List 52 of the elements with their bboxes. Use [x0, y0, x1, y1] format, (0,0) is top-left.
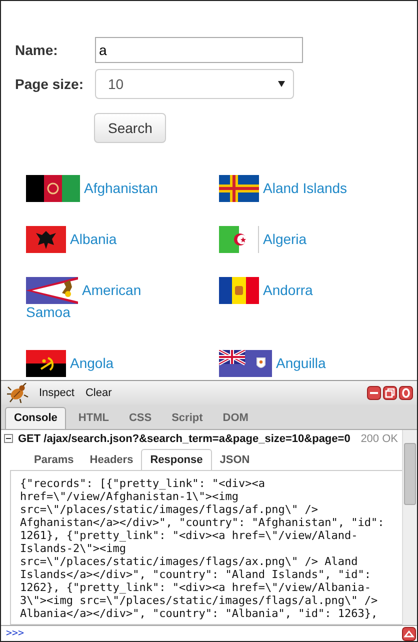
- dropdown-caret-icon: [278, 81, 285, 87]
- flag-icon[interactable]: [26, 175, 80, 202]
- collapse-icon[interactable]: [4, 434, 13, 443]
- country-link[interactable]: Algeria: [219, 228, 359, 250]
- flag-icon[interactable]: [219, 350, 272, 377]
- country-link[interactable]: Aland Islands: [219, 177, 359, 199]
- page-size-label: Page size:: [15, 76, 84, 92]
- country-link[interactable]: Afghanistan: [26, 177, 166, 199]
- command-prompt: >>>: [6, 628, 24, 639]
- flag-icon[interactable]: [219, 226, 259, 253]
- flag-icon[interactable]: [26, 277, 78, 304]
- code-line: Albania</a></div>", "country": "Albania", "id": 1263},: [20, 607, 379, 620]
- response-tab[interactable]: Response: [141, 449, 212, 471]
- response-tab[interactable]: Params: [26, 450, 82, 470]
- close-icon[interactable]: [399, 386, 413, 400]
- code-line: src=\"/places/static/images/flags/ax.png\" /> Aland: [20, 555, 359, 568]
- country-link[interactable]: Albania: [26, 228, 166, 250]
- request-url[interactable]: GET /ajax/search.json?&search_term=a&page_size=10&page=0: [18, 432, 350, 444]
- code-line: href=\"/view/Afghanistan-1\"><img: [20, 490, 240, 503]
- code-line: Islands-2\"><img: [20, 542, 127, 555]
- name-label: Name:: [15, 42, 59, 58]
- flag-icon[interactable]: [219, 277, 259, 304]
- country-link[interactable]: Andorra: [219, 279, 359, 301]
- country-link[interactable]: Anguilla: [219, 352, 359, 374]
- panel-tab[interactable]: HTML: [70, 408, 117, 429]
- panel-tab[interactable]: DOM: [214, 408, 256, 429]
- panel-tab[interactable]: CSS: [120, 408, 160, 429]
- toolbar-button[interactable]: Clear: [85, 387, 112, 399]
- response-tab[interactable]: JSON: [212, 450, 258, 470]
- code-line: 1262}, {"pretty_link": "<div><a href=\"/view/Albania-: [20, 581, 372, 594]
- response-tab[interactable]: Headers: [82, 450, 142, 470]
- code-line: Afghanistan</a></div>", "country": "Afghanistan", "id":: [20, 516, 386, 529]
- panel-tab[interactable]: Script: [164, 408, 211, 429]
- expand-icon[interactable]: [402, 626, 416, 640]
- restore-icon[interactable]: [383, 386, 397, 400]
- code-line: src=\"/places/static/images/flags/af.png\" />: [20, 503, 320, 516]
- flag-icon[interactable]: [26, 350, 66, 377]
- country-link[interactable]: American Samoa: [26, 279, 166, 323]
- code-line: {"records": [{"pretty_link": "<div><a: [20, 477, 266, 490]
- scrollbar[interactable]: [402, 430, 417, 625]
- bug-icon[interactable]: [7, 383, 29, 403]
- page-size-dropdown[interactable]: 10: [95, 69, 294, 99]
- code-line: 3\"><img src=\"/places/static/images/flags/al.png\" />: [20, 594, 379, 607]
- status-text: 200 OK: [360, 432, 399, 444]
- toolbar-button[interactable]: Inspect: [39, 387, 74, 399]
- code-line: 1261}, {"pretty_link": "<div><a href=\"/view/Aland-: [20, 529, 359, 542]
- country-link[interactable]: Angola: [26, 352, 166, 374]
- minimize-icon[interactable]: [367, 386, 381, 400]
- code-line: Islands</a></div>", "country": "Aland Islands", "id":: [20, 568, 372, 581]
- name-field[interactable]: a: [95, 37, 303, 63]
- search-button[interactable]: Search: [94, 113, 166, 143]
- panel-tab[interactable]: Console: [5, 407, 66, 429]
